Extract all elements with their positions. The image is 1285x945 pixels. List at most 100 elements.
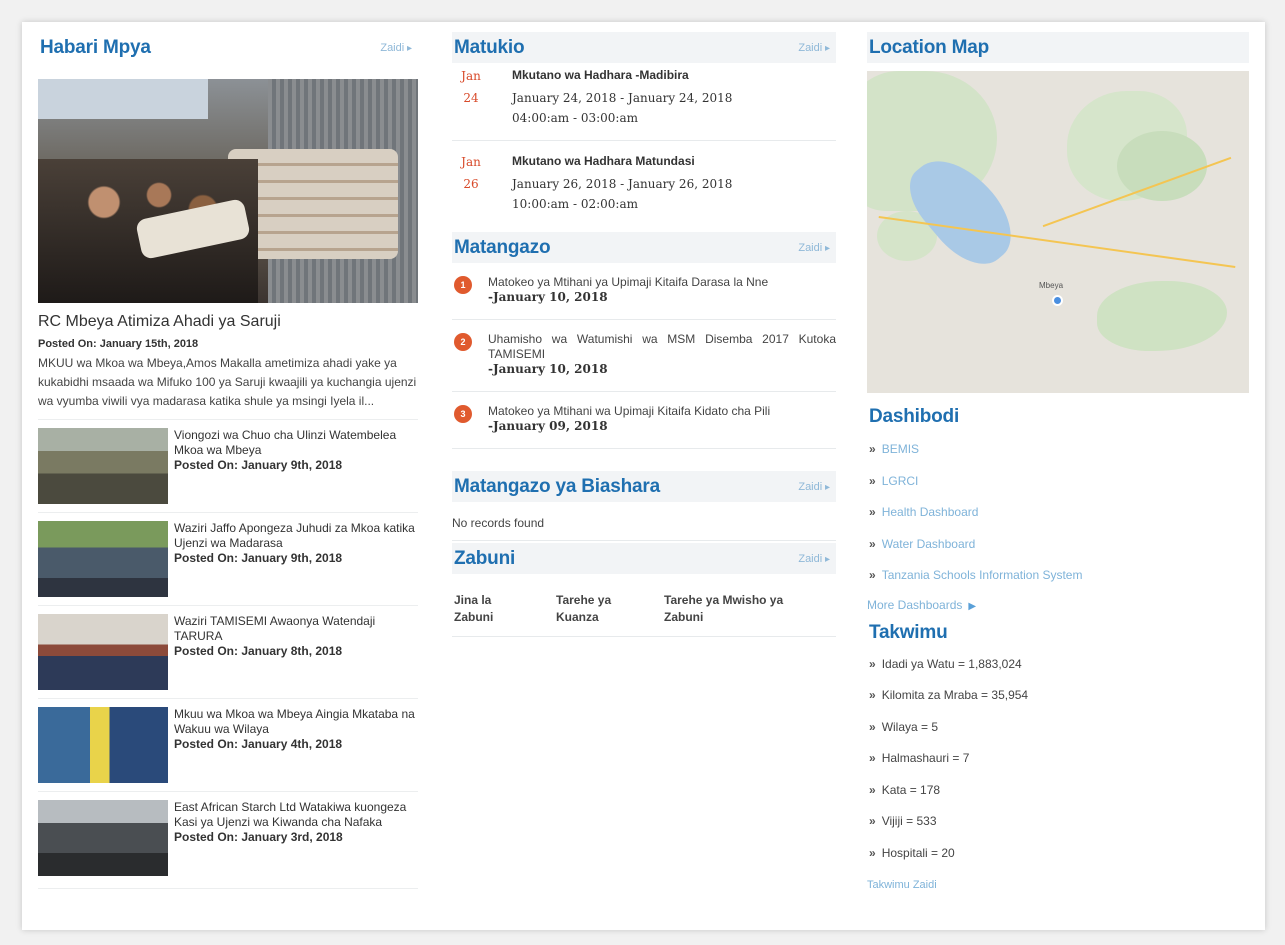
news-item-date: Posted On: January 4th, 2018 — [174, 737, 343, 751]
event-time: January 26, 2018 - January 26, 2018 10:00… — [512, 177, 733, 211]
business-ads-title: Matangazo ya Biashara — [454, 475, 660, 497]
news-item[interactable]: Waziri TAMISEMI Awaonya Watendaji TARURA… — [38, 606, 418, 699]
stats-title: Takwimu — [869, 622, 948, 643]
news-item-title[interactable]: Viongozi wa Chuo cha Ulinzi Watembelea M… — [174, 428, 418, 458]
announcement-number: 1 — [454, 276, 472, 294]
announcement-text[interactable]: Uhamisho wa Watumishi wa MSM Disemba 201… — [488, 332, 836, 362]
bullet-icon: » — [869, 656, 876, 671]
announcement-number: 3 — [454, 405, 472, 423]
news-thumbnail[interactable] — [38, 800, 168, 876]
stat-item: » Idadi ya Watu = 1,883,024 — [869, 656, 1022, 671]
business-ads-header: Matangazo ya Biashara Zaidi — [452, 471, 836, 502]
announcements-more-link[interactable]: Zaidi — [798, 242, 830, 254]
map-pin-icon[interactable] — [1052, 295, 1063, 306]
location-map[interactable]: Mbeya — [867, 71, 1249, 393]
bullet-icon: » — [869, 442, 876, 456]
announcement-item[interactable]: 1 Matokeo ya Mtihani ya Upimaji Kitaifa … — [452, 263, 836, 320]
tenders-col-end: Tarehe ya Mwisho ya Zabuni — [664, 593, 784, 624]
news-item-title[interactable]: Waziri TAMISEMI Awaonya Watendaji TARURA — [174, 614, 418, 644]
featured-news-summary: MKUU wa Mkoa wa Mbeya,Amos Makalla ameti… — [38, 354, 418, 420]
more-dashboards-link[interactable]: More Dashboards ▶ — [867, 592, 1249, 618]
bullet-icon: » — [869, 845, 876, 860]
events-more-link[interactable]: Zaidi — [798, 42, 830, 54]
news-item[interactable]: Viongozi wa Chuo cha Ulinzi Watembelea M… — [38, 420, 418, 513]
news-item-date: Posted On: January 9th, 2018 — [174, 551, 343, 565]
news-item-date: Posted On: January 8th, 2018 — [174, 644, 343, 658]
stats-list: » Idadi ya Watu = 1,883,024 » Kilomita za … — [867, 649, 1249, 870]
news-more-link[interactable]: Zaidi — [380, 42, 412, 54]
business-ads-more-link[interactable]: Zaidi — [798, 481, 830, 493]
bullet-icon: » — [869, 473, 876, 488]
news-thumbnail[interactable] — [38, 521, 168, 597]
dashboard-link[interactable]: » LGRCI — [867, 466, 1249, 498]
arrow-right-icon: ▶ — [968, 600, 977, 612]
news-title: Habari Mpya — [40, 36, 151, 58]
announcement-number: 2 — [454, 333, 472, 351]
news-item[interactable]: Mkuu wa Mkoa wa Mbeya Aingia Mkataba na … — [38, 699, 418, 792]
news-thumbnail[interactable] — [38, 428, 168, 504]
content-card: Habari Mpya Zaidi RC Mbeya Atimiza Ahadi… — [22, 22, 1265, 930]
featured-news-title[interactable]: RC Mbeya Atimiza Ahadi ya Saruji — [38, 313, 418, 331]
stat-item: » Kata = 178 — [869, 782, 941, 797]
news-item-title[interactable]: Waziri Jaffo Apongeza Juhudi za Mkoa kat… — [174, 521, 418, 551]
tenders-col-name: Jina la Zabuni — [454, 593, 494, 624]
news-item[interactable]: East African Starch Ltd Watakiwa kuongez… — [38, 792, 418, 889]
featured-news-date: Posted On: January 15th, 2018 — [38, 338, 199, 350]
tenders-col-start: Tarehe ya Kuanza — [556, 593, 612, 624]
dashboards-header: Dashibodi — [867, 401, 1249, 432]
dashboard-link[interactable]: » Health Dashboard — [867, 497, 1249, 529]
announcements-title: Matangazo — [454, 236, 551, 258]
events-title: Matukio — [454, 36, 525, 58]
bullet-icon: » — [869, 536, 876, 551]
sidebar-column: Location Map Mbeya Dashibodi » BEMIS » LGR… — [867, 32, 1249, 891]
bullet-icon: » — [869, 688, 876, 702]
stats-header: Takwimu — [867, 618, 1249, 649]
news-item-title[interactable]: East African Starch Ltd Watakiwa kuongez… — [174, 800, 418, 830]
event-title[interactable]: Mkutano wa Hadhara Matundasi — [512, 154, 732, 168]
news-thumbnail[interactable] — [38, 614, 168, 690]
tenders-header: Zabuni Zaidi — [452, 543, 836, 574]
business-ads-empty: No records found — [452, 502, 836, 541]
announcement-date: -January 10, 2018 — [488, 362, 608, 376]
map-place-label: Mbeya — [1039, 281, 1064, 290]
announcement-item[interactable]: 2 Uhamisho wa Watumishi wa MSM Disemba 2… — [452, 320, 836, 392]
news-item-date: Posted On: January 3rd, 2018 — [174, 830, 343, 844]
announcement-item[interactable]: 3 Matokeo ya Mtihani wa Upimaji Kitaifa … — [452, 392, 836, 449]
news-item-title[interactable]: Mkuu wa Mkoa wa Mbeya Aingia Mkataba na … — [174, 707, 418, 737]
stat-item: » Hospitali = 20 — [869, 845, 955, 860]
map-header: Location Map — [867, 32, 1249, 63]
announcements-header: Matangazo Zaidi — [452, 232, 836, 263]
news-item[interactable]: Waziri Jaffo Apongeza Juhudi za Mkoa kat… — [38, 513, 418, 606]
map-title: Location Map — [869, 36, 990, 58]
event-item[interactable]: Jan 26 Mkutano wa Hadhara Matundasi Janua… — [452, 141, 836, 232]
news-header: Habari Mpya Zaidi — [38, 32, 418, 63]
announcement-text[interactable]: Matokeo ya Mtihani wa Upimaji Kitaifa Ki… — [488, 404, 770, 419]
announcement-date: -January 10, 2018 — [488, 290, 608, 304]
stat-item: » Halmashauri = 7 — [869, 751, 970, 765]
dashboard-link[interactable]: » Water Dashboard — [867, 529, 1249, 561]
stat-item: » Vijiji = 533 — [869, 814, 937, 828]
dashboard-link[interactable]: » Tanzania Schools Information System — [867, 560, 1249, 592]
stat-item: » Kilomita za Mraba = 35,954 — [869, 688, 1029, 702]
tenders-title: Zabuni — [454, 547, 516, 569]
stat-item: » Wilaya = 5 — [869, 719, 939, 734]
dashboards-title: Dashibodi — [869, 405, 960, 427]
dashboard-link[interactable]: » BEMIS — [867, 434, 1249, 466]
tenders-more-link[interactable]: Zaidi — [798, 553, 830, 565]
news-thumbnail[interactable] — [38, 707, 168, 783]
more-stats-link[interactable]: Takwimu Zaidi — [867, 879, 1249, 891]
event-item[interactable]: Jan 24 Mkutano wa Hadhara -Madibira Janua… — [452, 63, 836, 141]
bullet-icon: » — [869, 505, 876, 519]
featured-news-image[interactable] — [38, 79, 418, 303]
event-title[interactable]: Mkutano wa Hadhara -Madibira — [512, 68, 732, 82]
event-date: Jan 26 — [461, 155, 481, 191]
bullet-icon: » — [869, 782, 876, 797]
event-time: January 24, 2018 - January 24, 2018 04:00… — [512, 91, 733, 125]
announcement-date: -January 09, 2018 — [488, 419, 608, 433]
events-header: Matukio Zaidi — [452, 32, 836, 63]
tenders-table-header: Jina la Zabuni Tarehe ya Kuanza Tarehe y… — [452, 574, 836, 637]
event-date: Jan 24 — [461, 69, 481, 105]
news-item-date: Posted On: January 9th, 2018 — [174, 458, 343, 472]
bullet-icon: » — [869, 814, 876, 828]
announcement-text[interactable]: Matokeo ya Mtihani ya Upimaji Kitaifa Da… — [488, 275, 768, 290]
